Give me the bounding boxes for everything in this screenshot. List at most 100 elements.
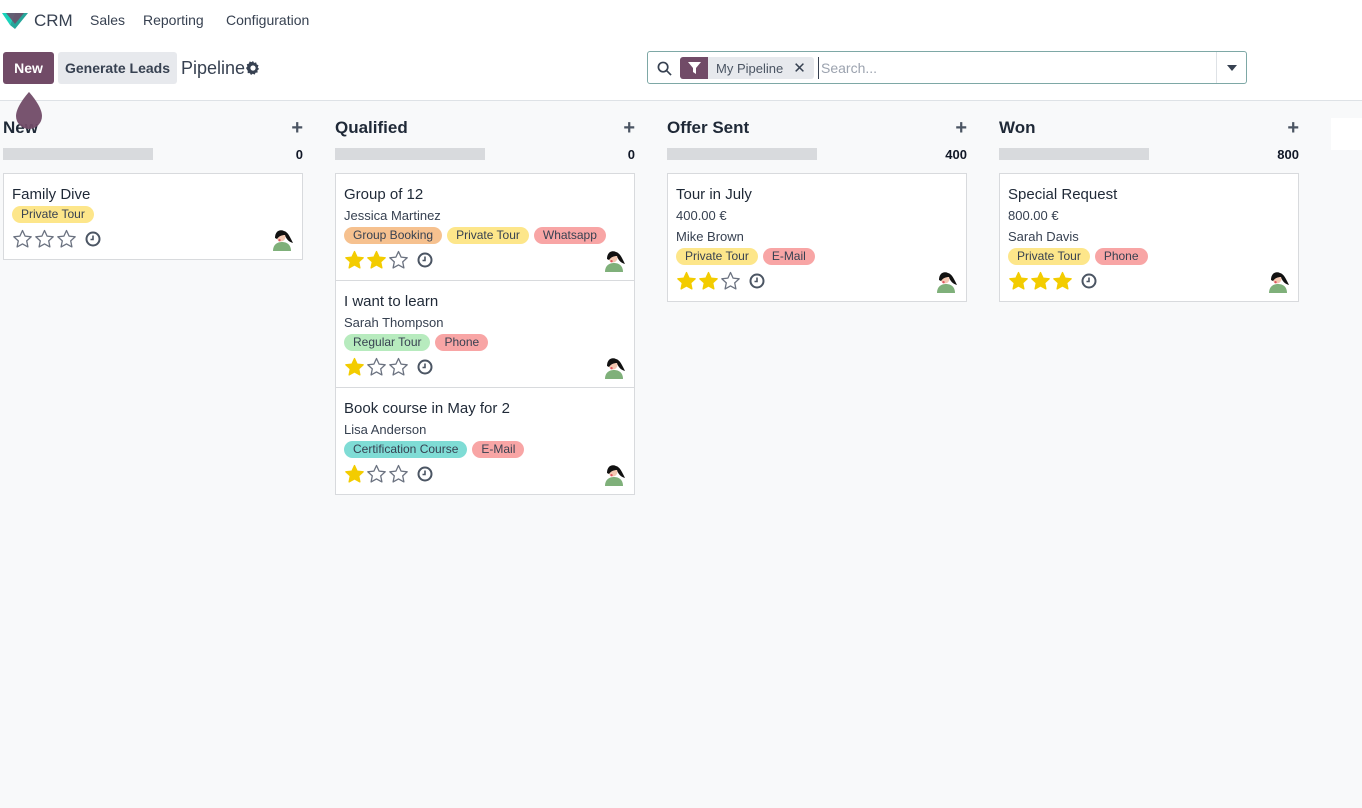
priority-stars bbox=[344, 250, 409, 270]
user-avatar[interactable] bbox=[934, 269, 958, 293]
card-footer bbox=[344, 356, 626, 378]
column-title[interactable]: Qualified bbox=[335, 118, 408, 138]
user-avatar[interactable] bbox=[270, 227, 294, 251]
activity-clock-icon[interactable] bbox=[417, 252, 433, 268]
column-progress-bar[interactable] bbox=[3, 148, 153, 160]
card-title: Tour in July bbox=[676, 186, 752, 203]
card-field: 400.00 € bbox=[676, 208, 727, 223]
activity-clock-icon[interactable] bbox=[85, 231, 101, 247]
column-progress-bar[interactable] bbox=[335, 148, 485, 160]
add-card-icon[interactable]: + bbox=[291, 117, 303, 140]
card-list: Family Dive Private Tour bbox=[3, 173, 303, 260]
priority-stars bbox=[1008, 271, 1073, 291]
add-card-icon[interactable]: + bbox=[1287, 117, 1299, 140]
card-footer bbox=[676, 270, 958, 292]
add-card-icon[interactable]: + bbox=[955, 117, 967, 140]
add-card-icon[interactable]: + bbox=[623, 117, 635, 140]
app-name[interactable]: CRM bbox=[34, 11, 73, 31]
column-title[interactable]: Offer Sent bbox=[667, 118, 749, 138]
card-field: Jessica Martinez bbox=[344, 208, 441, 223]
star-filled-icon[interactable] bbox=[366, 250, 387, 270]
card-footer bbox=[344, 463, 626, 485]
caret-down-icon bbox=[1226, 64, 1237, 71]
search-icon[interactable] bbox=[657, 61, 672, 76]
star-empty-icon[interactable] bbox=[366, 357, 387, 377]
card-footer bbox=[344, 249, 626, 271]
gear-icon[interactable] bbox=[246, 61, 260, 75]
user-avatar[interactable] bbox=[602, 248, 626, 272]
user-avatar[interactable] bbox=[602, 355, 626, 379]
star-filled-icon[interactable] bbox=[344, 250, 365, 270]
card-title: Group of 12 bbox=[344, 186, 424, 203]
star-empty-icon[interactable] bbox=[34, 229, 55, 249]
kanban-card[interactable]: I want to learn Sarah Thompson Regular Tou… bbox=[336, 281, 634, 388]
search-input[interactable] bbox=[818, 57, 1213, 79]
column-total: 800 bbox=[1277, 147, 1299, 162]
star-empty-icon[interactable] bbox=[388, 250, 409, 270]
tag-badge: E-Mail bbox=[472, 441, 525, 458]
kanban-card[interactable]: Family Dive Private Tour bbox=[4, 174, 302, 259]
activity-clock-icon[interactable] bbox=[417, 466, 433, 482]
star-filled-icon[interactable] bbox=[1052, 271, 1073, 291]
priority-stars bbox=[344, 357, 409, 377]
star-filled-icon[interactable] bbox=[698, 271, 719, 291]
star-filled-icon[interactable] bbox=[1008, 271, 1029, 291]
priority-stars bbox=[12, 229, 77, 249]
tag-badge: Private Tour bbox=[676, 248, 758, 265]
star-filled-icon[interactable] bbox=[1030, 271, 1051, 291]
new-button[interactable]: New bbox=[3, 52, 54, 84]
star-empty-icon[interactable] bbox=[720, 271, 741, 291]
menu-configuration[interactable]: Configuration bbox=[226, 12, 309, 28]
kanban-card[interactable]: Book course in May for 2 Lisa Anderson Cer… bbox=[336, 388, 634, 494]
star-empty-icon[interactable] bbox=[12, 229, 33, 249]
card-list: Group of 12 Jessica Martinez Group Booking… bbox=[335, 173, 635, 495]
kanban-card[interactable]: Special Request 800.00 € Sarah Davis Privat… bbox=[1000, 174, 1298, 301]
card-title: Special Request bbox=[1008, 186, 1118, 203]
tag-list: Private Tour Phone bbox=[1008, 248, 1290, 265]
priority-stars bbox=[344, 464, 409, 484]
user-avatar[interactable] bbox=[602, 462, 626, 486]
activity-clock-icon[interactable] bbox=[1081, 273, 1097, 289]
odoo-crm-logo-icon[interactable] bbox=[2, 10, 28, 30]
facet-label: My Pipeline bbox=[716, 60, 784, 76]
activity-clock-icon[interactable] bbox=[417, 359, 433, 375]
kanban-card[interactable]: Group of 12 Jessica Martinez Group Booking… bbox=[336, 174, 634, 281]
next-column-edge bbox=[1331, 118, 1362, 150]
card-field: Sarah Thompson bbox=[344, 315, 444, 330]
tag-badge: Certification Course bbox=[344, 441, 468, 458]
column-progress-bar[interactable] bbox=[999, 148, 1149, 160]
column-progress-bar[interactable] bbox=[667, 148, 817, 160]
facet-remove-icon[interactable]: ✕ bbox=[789, 59, 814, 77]
menu-reporting[interactable]: Reporting bbox=[143, 12, 204, 28]
star-empty-icon[interactable] bbox=[388, 464, 409, 484]
kanban-card[interactable]: Tour in July 400.00 € Mike Brown Private To… bbox=[668, 174, 966, 301]
menu-sales[interactable]: Sales bbox=[90, 12, 125, 28]
search-facet: My Pipeline ✕ bbox=[680, 57, 814, 79]
star-empty-icon[interactable] bbox=[388, 357, 409, 377]
tag-badge: Group Booking bbox=[344, 227, 443, 244]
tag-badge: Regular Tour bbox=[344, 334, 431, 351]
top-navbar: CRM Sales Reporting Configuration bbox=[0, 0, 1362, 40]
activity-clock-icon[interactable] bbox=[749, 273, 765, 289]
cursor-indicator-icon bbox=[16, 92, 42, 129]
column-title[interactable]: Won bbox=[999, 118, 1036, 138]
star-filled-icon[interactable] bbox=[344, 464, 365, 484]
tag-badge: Phone bbox=[435, 334, 489, 351]
generate-leads-button[interactable]: Generate Leads bbox=[58, 52, 177, 84]
star-empty-icon[interactable] bbox=[56, 229, 77, 249]
tag-list: Private Tour bbox=[12, 206, 294, 223]
card-list: Special Request 800.00 € Sarah Davis Privat… bbox=[999, 173, 1299, 302]
star-filled-icon[interactable] bbox=[344, 357, 365, 377]
priority-stars bbox=[676, 271, 741, 291]
search-options-toggle[interactable] bbox=[1216, 52, 1246, 83]
card-field: Mike Brown bbox=[676, 229, 744, 244]
tag-list: Private Tour E-Mail bbox=[676, 248, 958, 265]
column-total: 400 bbox=[945, 147, 967, 162]
breadcrumb: Pipeline bbox=[181, 58, 246, 78]
tag-list: Regular Tour Phone bbox=[344, 334, 626, 351]
user-avatar[interactable] bbox=[1266, 269, 1290, 293]
star-filled-icon[interactable] bbox=[676, 271, 697, 291]
star-empty-icon[interactable] bbox=[366, 464, 387, 484]
card-field: Lisa Anderson bbox=[344, 422, 427, 437]
tag-badge: Private Tour bbox=[1008, 248, 1090, 265]
